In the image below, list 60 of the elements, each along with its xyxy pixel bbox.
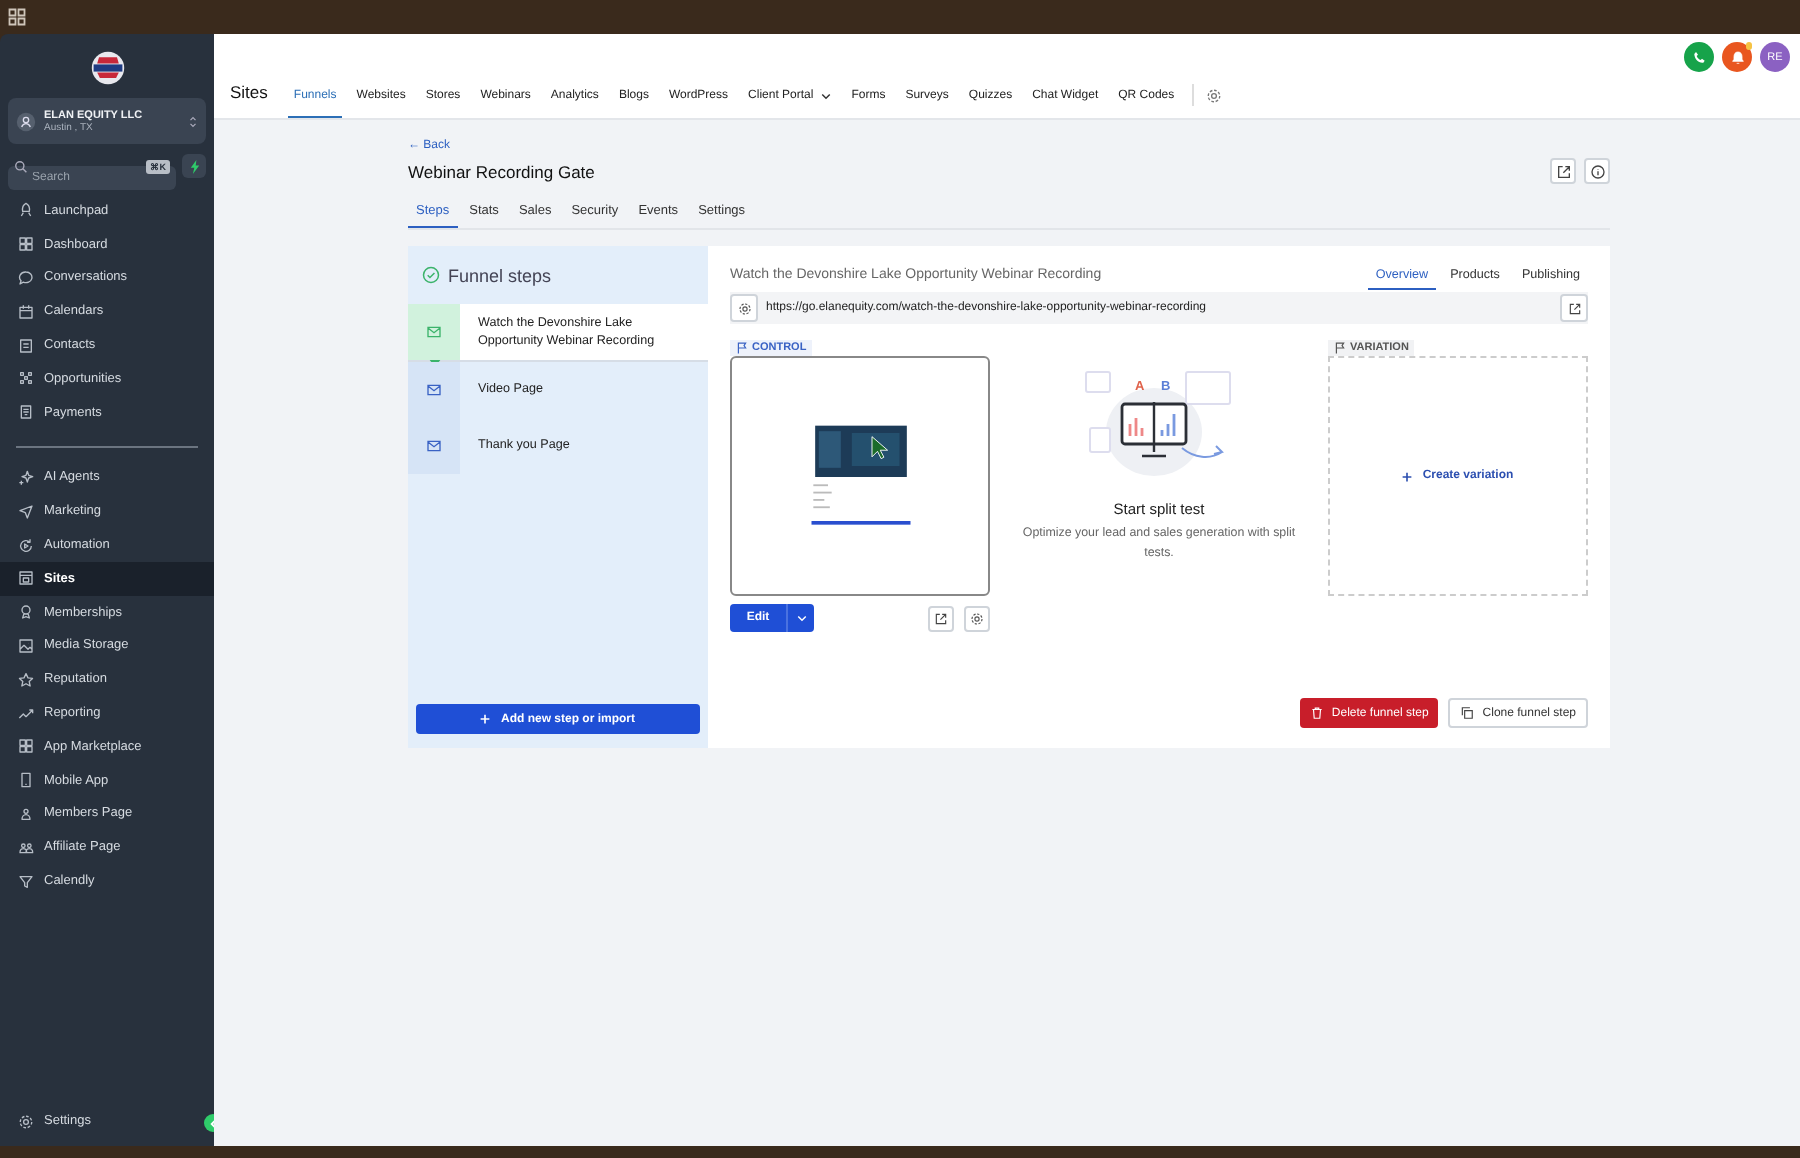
people-icon (18, 805, 34, 822)
page-preview-card[interactable] (730, 356, 990, 596)
plus-icon (1402, 471, 1413, 481)
envelope-icon (426, 438, 442, 454)
funnel-icon (18, 873, 34, 890)
phone-icon (1691, 49, 1707, 65)
open-external-button[interactable] (1550, 158, 1576, 184)
star-icon (18, 671, 34, 688)
settings-icon[interactable] (1206, 88, 1223, 104)
settings-icon (970, 611, 984, 625)
info-icon (1589, 163, 1605, 179)
network-icon (18, 370, 34, 387)
phone-icon (18, 772, 34, 789)
notification-dot (1745, 42, 1752, 49)
copy-icon (1460, 706, 1475, 720)
apps-grid-icon[interactable] (8, 8, 26, 26)
check-circle-icon (422, 266, 440, 284)
award-icon (18, 604, 34, 621)
image-icon (18, 637, 34, 654)
edit-dropdown-button[interactable] (786, 604, 814, 632)
chevron-down-icon (795, 612, 807, 624)
chat-bubble-icon (18, 269, 34, 286)
lightning-icon (187, 159, 201, 173)
send-icon (18, 503, 34, 520)
funnel-steps-title: Funnel steps (448, 265, 552, 285)
cycle-icon (18, 537, 34, 554)
chevron-up-down-icon (188, 113, 198, 129)
rocket-icon (18, 202, 34, 219)
grid-icon (18, 236, 34, 253)
external-link-icon (1555, 163, 1571, 179)
plus-icon (480, 714, 491, 724)
external-link-icon (1567, 301, 1581, 315)
sparkle-icon (18, 469, 34, 486)
trash-icon (1309, 706, 1324, 720)
quick-action-button[interactable] (182, 154, 206, 178)
info-button[interactable] (1584, 158, 1610, 184)
open-url-button[interactable] (1560, 294, 1588, 322)
window-icon (18, 570, 34, 587)
page-title: Webinar Recording Gate (408, 161, 595, 181)
flag-icon (1334, 342, 1346, 354)
flag-icon (736, 342, 748, 354)
settings-icon (18, 1113, 34, 1130)
step-settings-button[interactable] (964, 605, 990, 631)
calendar-icon (18, 303, 34, 320)
company-logo-icon (89, 50, 125, 86)
url-settings-button[interactable] (730, 294, 758, 322)
contact-card-icon (18, 337, 34, 354)
bell-icon (1729, 49, 1745, 65)
search-icon (14, 159, 28, 173)
trend-line-icon (18, 705, 34, 722)
envelope-icon (426, 324, 442, 340)
user-circle-icon (16, 111, 36, 131)
grid-icon (18, 738, 34, 755)
settings-icon (737, 301, 751, 315)
section-title: Sites (230, 82, 268, 106)
people-icon (18, 839, 34, 856)
envelope-icon (426, 382, 442, 398)
preview-button[interactable] (928, 605, 954, 631)
external-link-icon (934, 611, 948, 625)
receipt-icon (18, 404, 34, 421)
